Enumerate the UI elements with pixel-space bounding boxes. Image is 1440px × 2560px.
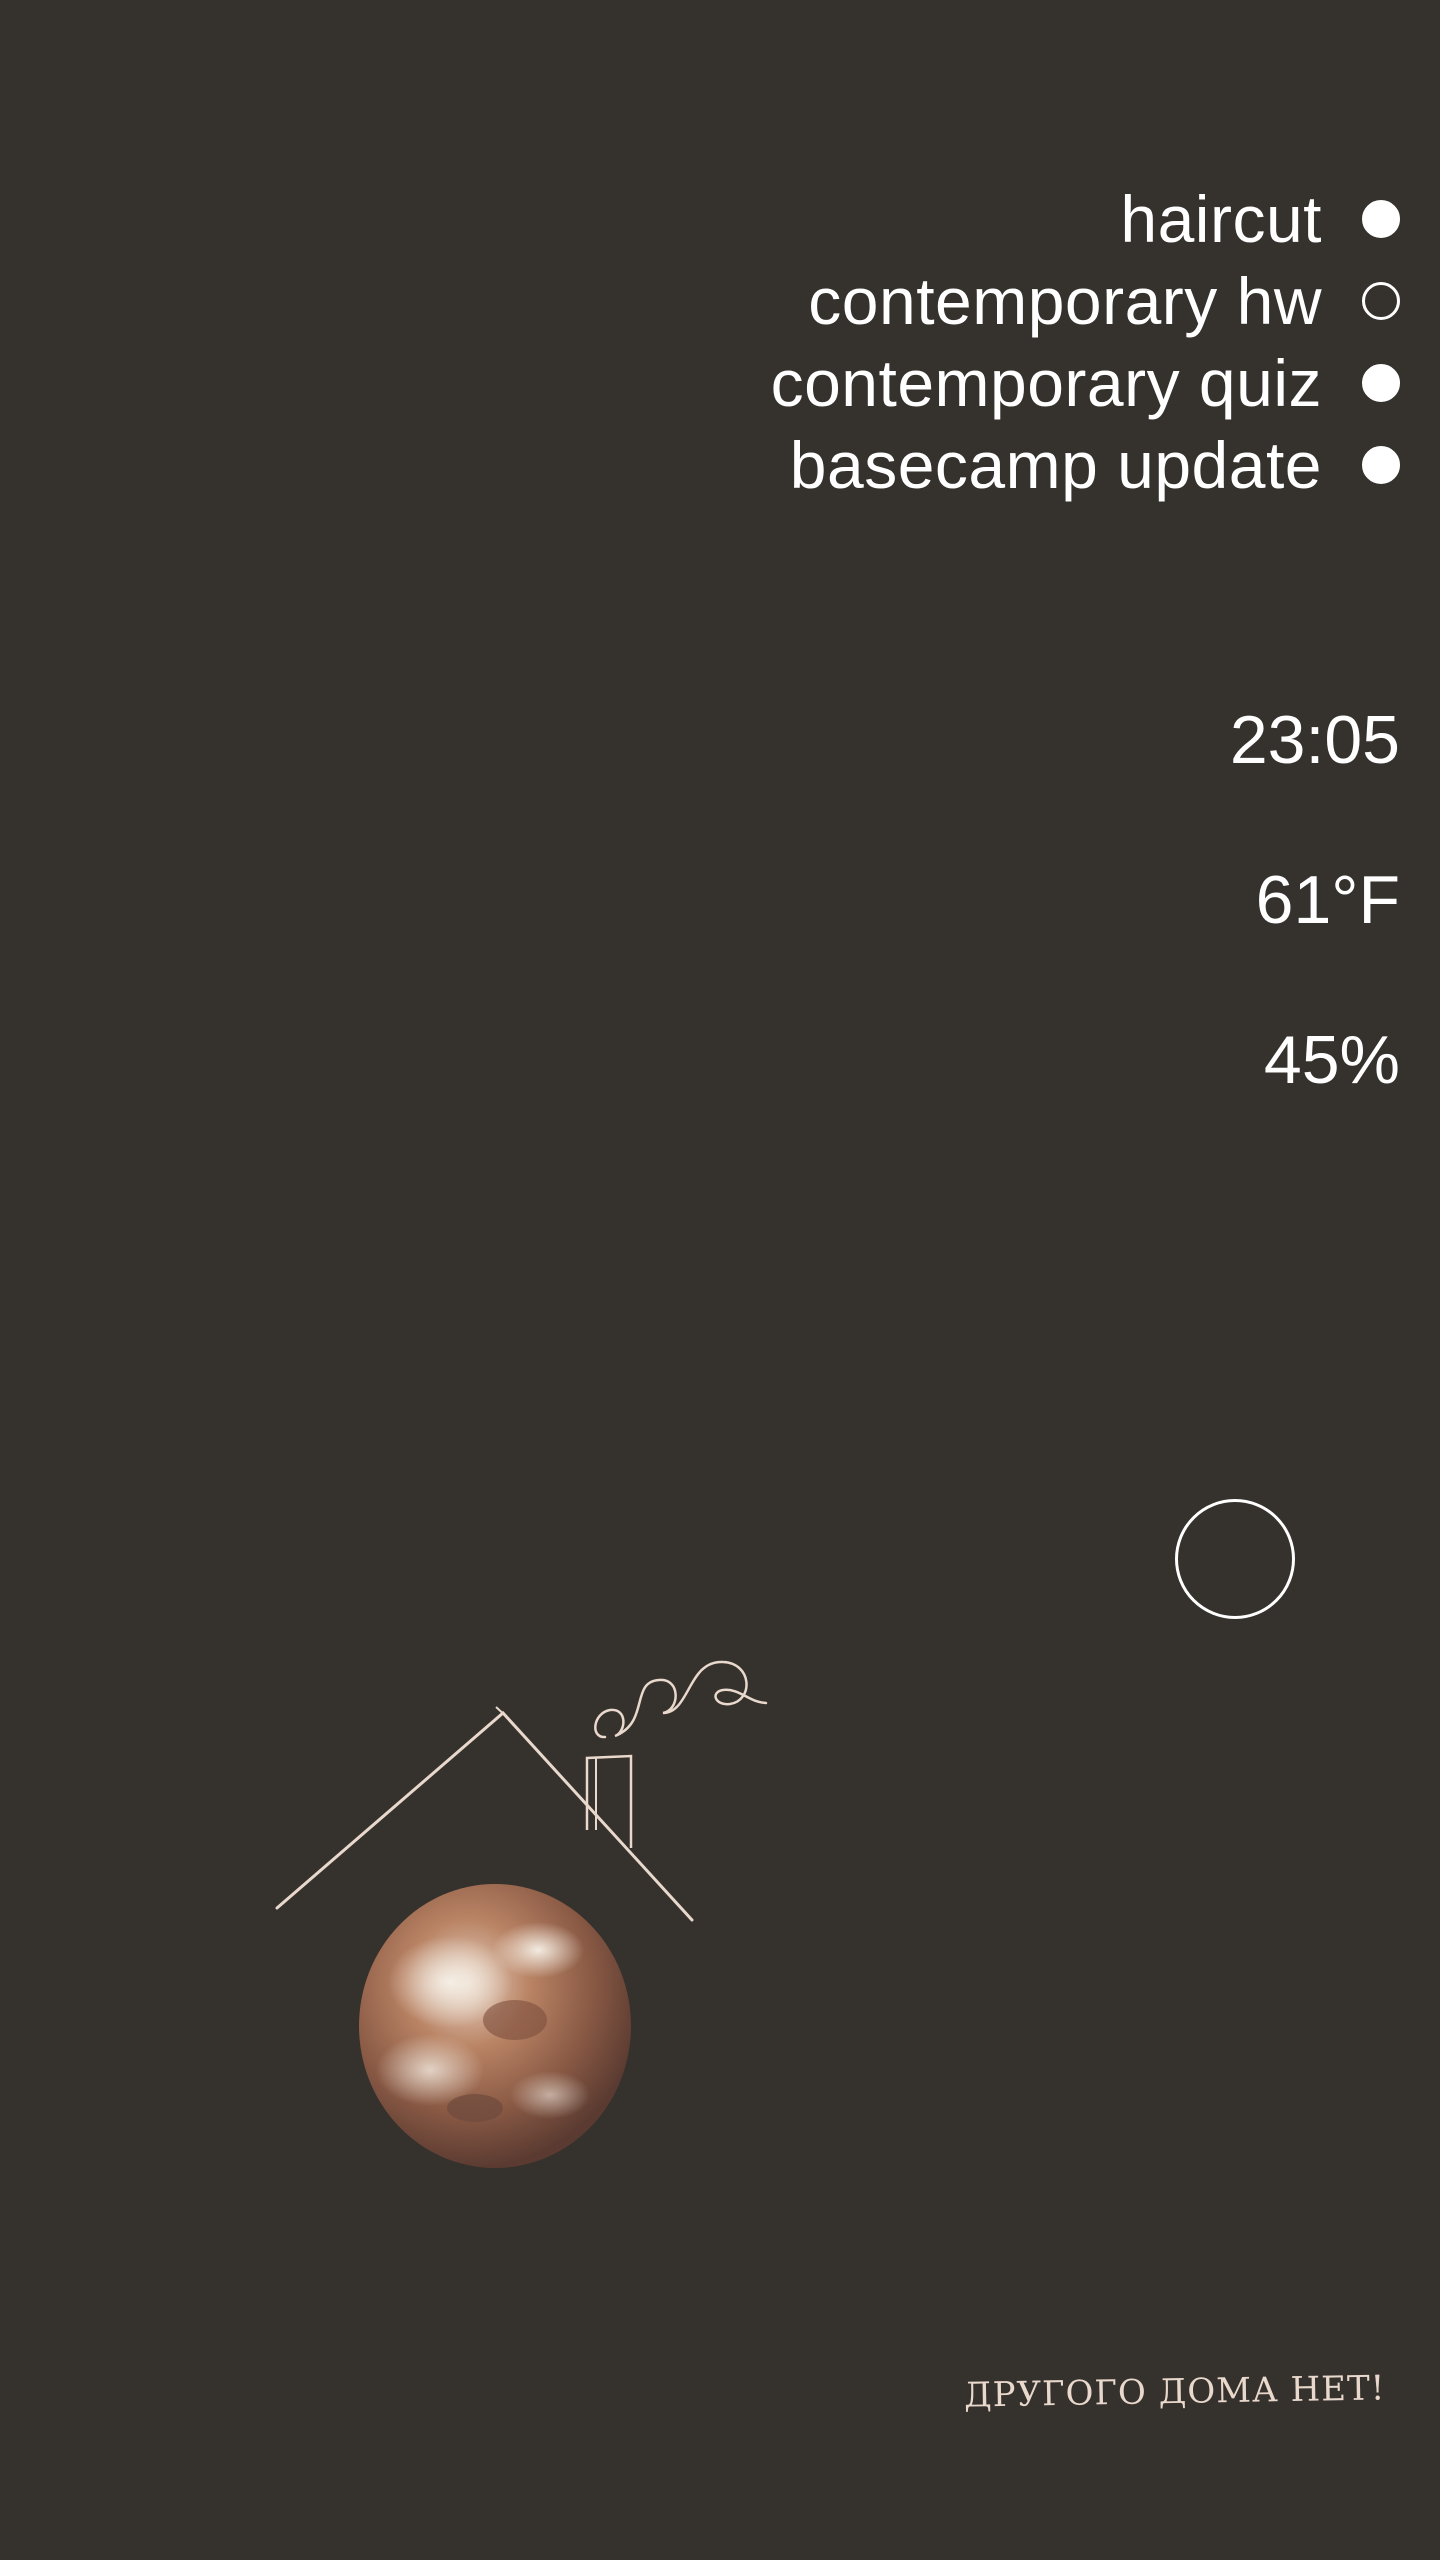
weather-temperature[interactable]: 61°F <box>1256 860 1400 940</box>
todo-item-basecamp-update[interactable]: basecamp update <box>400 424 1400 506</box>
todo-item-contemporary-quiz[interactable]: contemporary quiz <box>400 342 1400 424</box>
todo-item-haircut[interactable]: haircut <box>400 178 1400 260</box>
slogan-text: ДРУГОГО ДОМА НЕТ! <box>963 2368 1386 2416</box>
todo-status-dot-filled[interactable] <box>1362 200 1400 238</box>
todo-item-contemporary-hw[interactable]: contemporary hw <box>400 260 1400 342</box>
todo-list: haircut contemporary hw contemporary qui… <box>400 178 1400 506</box>
todo-status-dot-filled[interactable] <box>1362 364 1400 402</box>
battery-level[interactable]: 45% <box>1264 1020 1400 1100</box>
todo-status-dot-filled[interactable] <box>1362 446 1400 484</box>
house-roof-with-planet-icon <box>275 1660 768 2168</box>
circle-button[interactable] <box>1175 1499 1295 1619</box>
todo-label: basecamp update <box>789 428 1322 502</box>
house-planet-illustration <box>260 1640 780 2180</box>
todo-label: haircut <box>1120 182 1322 256</box>
todo-label: contemporary quiz <box>770 346 1322 420</box>
todo-label: contemporary hw <box>808 264 1322 338</box>
todo-status-dot-empty[interactable] <box>1362 282 1400 320</box>
clock-time[interactable]: 23:05 <box>1230 700 1400 780</box>
